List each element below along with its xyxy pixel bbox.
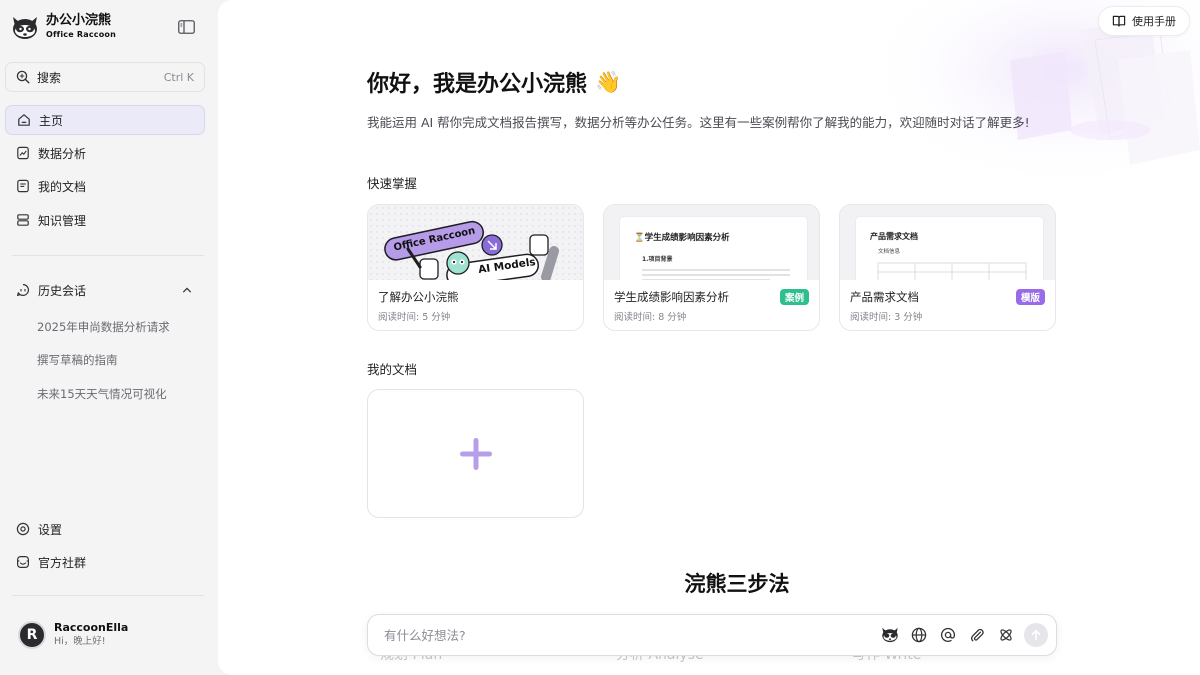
paperclip-icon [970,628,984,642]
raccoon-logo-icon [13,17,37,39]
home-icon [18,114,30,126]
sidebar-item-label: 我的文档 [38,179,87,194]
sidebar-item-label: 知识管理 [38,213,87,228]
sidebar-item-label: 数据分析 [38,146,87,161]
sidebar-item-home[interactable]: 主页 [5,105,205,135]
welcome-title: 你好，我是办公小浣熊 👋 [367,66,621,98]
card-title: 学生成绩影响因素分析 [614,290,729,304]
history-title: 历史会话 [38,283,87,298]
my-docs-title: 我的文档 [367,362,418,377]
sidebar-item-community[interactable]: 官方社群 [5,547,205,577]
waving-hand-icon: 👋 [595,69,622,94]
search-label: 搜索 [37,70,62,85]
history-item[interactable]: 未来15天天气情况可视化 [37,386,167,402]
chat-history-icon [17,283,29,296]
welcome-title-text: 你好，我是办公小浣熊 [367,72,588,97]
card-thumbnail: 产品需求文档 文档信息 [840,205,1055,280]
raccoon-agent-icon [882,627,898,643]
brand[interactable]: 办公小浣熊 Office Raccoon [10,12,116,42]
mention-button[interactable] [937,624,959,646]
avatar: R [18,621,46,649]
brand-name: 办公小浣熊 [46,13,112,28]
new-document-button[interactable] [367,389,584,518]
card-reading-time: 阅读时间: 8 分钟 [614,312,687,323]
agent-select-button[interactable] [879,624,901,646]
quick-start-card[interactable]: Office Raccoon AI Models 了解办公小浣熊 阅读时间: 5… [367,204,584,331]
quick-start-title: 快速掌握 [367,176,418,191]
sidebar-item-my-docs[interactable]: 我的文档 [5,171,205,201]
card-reading-time: 阅读时间: 3 分钟 [850,312,923,323]
document-icon [17,179,29,193]
doc-preview: 产品需求文档 文档信息 [856,217,1043,280]
chart-doc-icon [17,146,29,160]
chevron-up-icon [183,287,191,293]
globe-icon [911,627,927,643]
search-shortcut: Ctrl K [163,70,194,84]
steps-title: 浣熊三步法 [684,572,790,596]
doc-preview: ⏳学生成绩影响因素分析 1.项目背景 [620,217,807,280]
history-section-toggle[interactable]: 历史会话 [5,276,205,304]
sidebar-item-label: 主页 [39,113,64,128]
main-panel: 使用手册 你好，我是办公小浣熊 👋 我能运用 AI 帮你完成文档报告撰写，数据分… [218,0,1200,675]
card-thumbnail: ⏳学生成绩影响因素分析 1.项目背景 [604,205,819,280]
history-item[interactable]: 撰写草稿的指南 [37,352,118,368]
history-item[interactable]: 2025年申尚数据分析请求 [37,319,170,335]
user-name: RaccoonElla [54,621,129,634]
community-icon [17,556,30,569]
book-icon [1112,15,1126,27]
sidebar: 办公小浣熊 Office Raccoon 搜索 Ctrl K 主页 数据分析 我… [0,0,218,675]
settings-icon [16,522,30,536]
database-icon [17,214,29,226]
card-thumbnail: Office Raccoon AI Models [368,205,583,280]
sidebar-item-knowledge[interactable]: 知识管理 [5,205,205,235]
user-manual-label: 使用手册 [1132,15,1176,28]
user-greeting: Hi，晚上好! [54,636,106,647]
brand-subtitle: Office Raccoon [46,30,116,39]
doc-preview-table [877,262,1027,280]
atom-icon [1000,629,1012,641]
chat-input[interactable] [384,627,872,643]
web-search-button[interactable] [908,624,930,646]
sidebar-item-settings[interactable]: 设置 [5,514,205,544]
search-button[interactable]: 搜索 Ctrl K [5,62,205,92]
tools-button[interactable] [995,624,1017,646]
sidebar-divider [12,255,204,256]
sidebar-divider [12,595,204,596]
chat-composer [367,614,1057,656]
sidebar-toggle-icon[interactable] [178,20,195,34]
arrow-up-icon [1031,629,1041,641]
sidebar-item-label: 官方社群 [38,555,87,570]
status-badge: 模版 [1015,289,1045,305]
at-icon [940,627,956,642]
quick-start-card[interactable]: 产品需求文档 文档信息 产品需求文档 模版 阅读时间: 3 分钟 [839,204,1056,331]
quick-start-card[interactable]: ⏳学生成绩影响因素分析 1.项目背景 学生成绩影响因素分析 案例 阅读时间: 8… [603,204,820,331]
attach-button[interactable] [966,624,988,646]
send-button[interactable] [1024,623,1048,647]
welcome-intro: 我能运用 AI 帮你完成文档报告撰写，数据分析等办公任务。这里有一些案例帮你了解… [367,115,1030,130]
doc-preview-lines [642,269,790,280]
plus-icon [459,437,492,470]
sidebar-item-label: 设置 [38,522,63,537]
status-badge: 案例 [779,289,809,305]
card-title: 产品需求文档 [850,290,919,304]
user-profile[interactable]: R RaccoonElla Hi，晚上好! [18,621,128,649]
search-icon [16,70,30,84]
sidebar-item-data-analysis[interactable]: 数据分析 [5,138,205,168]
card-title: 了解办公小浣熊 [378,290,459,304]
user-manual-button[interactable]: 使用手册 [1098,6,1190,36]
card-reading-time: 阅读时间: 5 分钟 [378,312,451,323]
